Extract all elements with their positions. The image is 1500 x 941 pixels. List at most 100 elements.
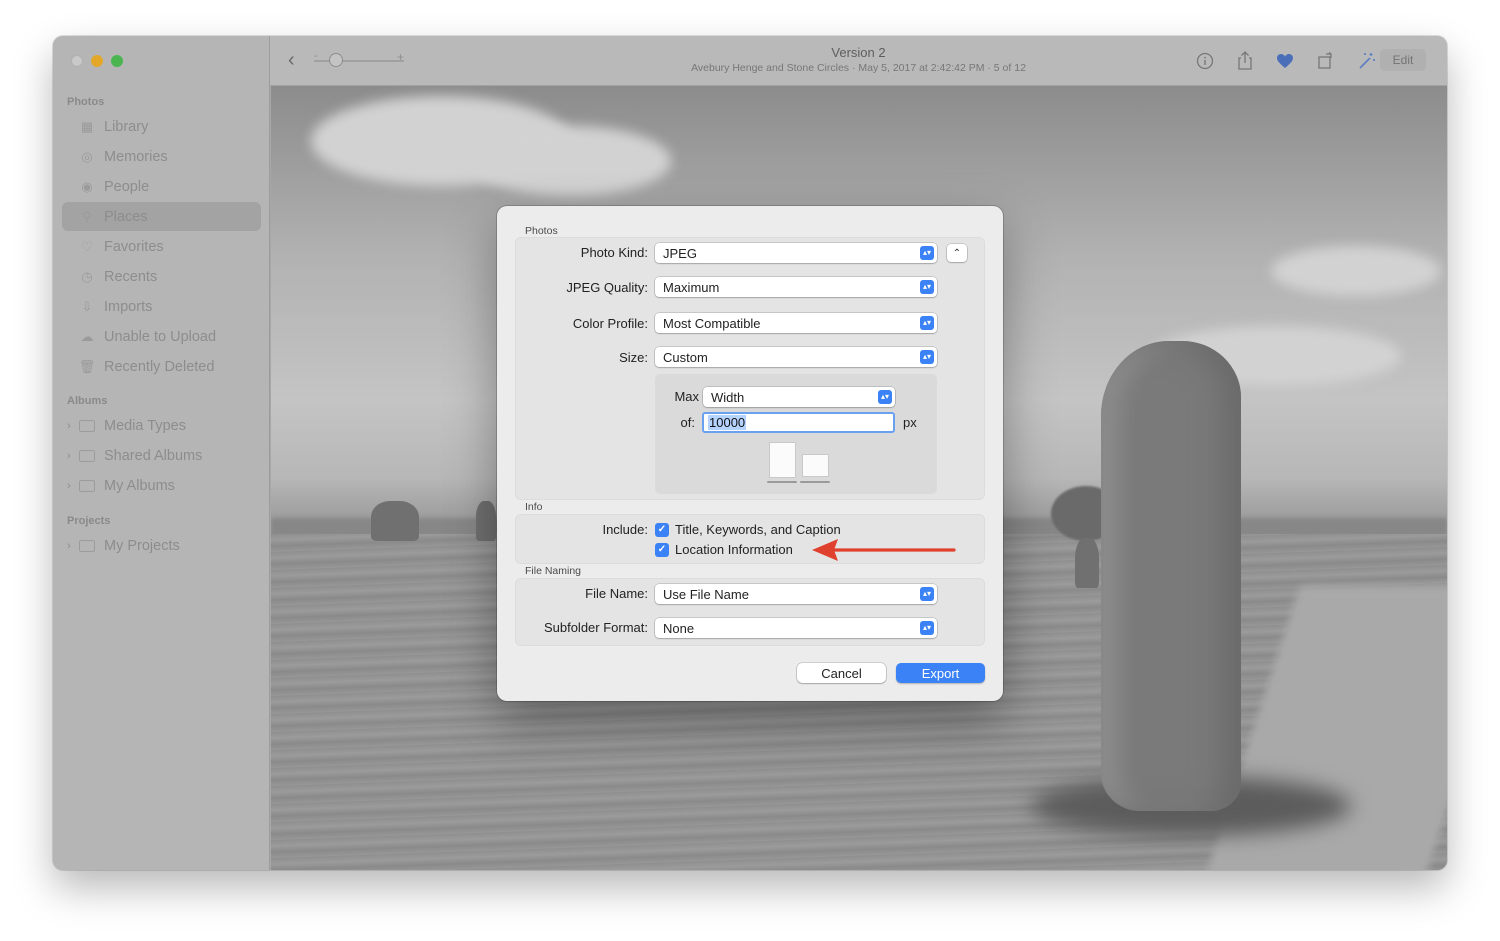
folder-icon: [78, 478, 96, 494]
standing-stone: [476, 501, 496, 541]
sidebar-item-people[interactable]: ◉ People: [62, 172, 261, 201]
sidebar-item-label: People: [104, 178, 150, 195]
disclosure-chevron-icon[interactable]: ›: [67, 540, 71, 552]
sidebar-item-label: Recently Deleted: [104, 358, 215, 375]
sidebar-item-memories[interactable]: ◎ Memories: [62, 142, 261, 171]
folder-icon: [78, 448, 96, 464]
chevron-up-icon: ⌃: [952, 247, 962, 259]
sidebar-group-shared-albums[interactable]: › Shared Albums: [62, 441, 261, 470]
sidebar-item-unable-to-upload[interactable]: ☁ Unable to Upload: [62, 322, 261, 351]
photo-subtitle: Avebury Henge and Stone Circles · May 5,…: [691, 62, 1026, 74]
collapse-button[interactable]: ⌃: [947, 244, 967, 262]
cloud: [1271, 246, 1441, 296]
cancel-button[interactable]: Cancel: [797, 663, 886, 683]
color-profile-popup[interactable]: Most Compatible ▴▾: [655, 313, 937, 333]
jpeg-quality-popup[interactable]: Maximum ▴▾: [655, 277, 937, 297]
sidebar-item-label: Imports: [104, 298, 153, 315]
sidebar-item-places[interactable]: ⚲ Places: [62, 202, 261, 231]
size-value: Custom: [663, 349, 708, 365]
sidebar-item-label: Recents: [104, 268, 158, 285]
jpeg-quality-value: Maximum: [663, 279, 720, 295]
size-popup[interactable]: Custom ▴▾: [655, 347, 937, 367]
photo-kind-label: Photo Kind:: [580, 245, 648, 260]
checkbox-label: Location Information: [675, 542, 793, 557]
file-name-popup[interactable]: Use File Name ▴▾: [655, 584, 937, 604]
clock-icon: ◷: [81, 268, 93, 284]
zoom-window-button[interactable]: [111, 55, 123, 67]
sidebar-item-label: My Albums: [104, 477, 175, 494]
landscape-orientation-icon: [802, 454, 829, 477]
library-icon: ▦: [80, 118, 94, 134]
rotate-icon[interactable]: [1315, 50, 1337, 72]
sidebar-item-label: Places: [104, 208, 148, 225]
memories-icon: ◎: [81, 148, 93, 164]
trash-icon: 🗑: [78, 358, 96, 374]
sidebar-item-recents[interactable]: ◷ Recents: [62, 262, 261, 291]
cloud-icon: ☁: [80, 328, 94, 344]
standing-stone: [1075, 538, 1099, 588]
photo-kind-popup[interactable]: JPEG ▴▾: [655, 243, 937, 263]
popup-stepper-icon: ▴▾: [920, 587, 934, 601]
sidebar-item-label: Favorites: [104, 238, 164, 255]
popup-stepper-icon: ▴▾: [920, 621, 934, 635]
enhance-icon[interactable]: [1356, 50, 1378, 72]
popup-stepper-icon: ▴▾: [920, 316, 934, 330]
sidebar-item-label: Media Types: [104, 417, 186, 434]
sidebar-item-label: Shared Albums: [104, 447, 203, 464]
checkmark-icon: ✓: [655, 522, 669, 537]
close-window-button[interactable]: [71, 55, 83, 67]
popup-stepper-icon: ▴▾: [878, 390, 892, 404]
include-location-checkbox[interactable]: ✓ Location Information: [655, 542, 793, 557]
popup-stepper-icon: ▴▾: [920, 246, 934, 260]
disclosure-chevron-icon[interactable]: ›: [67, 420, 71, 432]
portrait-orientation-icon: [769, 442, 796, 478]
sidebar-item-library[interactable]: ▦ Library: [62, 112, 261, 141]
share-icon[interactable]: [1234, 50, 1256, 72]
info-icon[interactable]: [1194, 50, 1216, 72]
photo-title: Version 2: [831, 45, 886, 60]
edit-button[interactable]: Edit: [1380, 49, 1426, 71]
file-name-value: Use File Name: [663, 586, 749, 602]
orientation-indicator: [767, 481, 797, 483]
sidebar-group-my-albums[interactable]: › My Albums: [62, 471, 261, 500]
file-name-label: File Name:: [585, 586, 648, 601]
subfolder-format-label: Subfolder Format:: [543, 620, 648, 635]
disclosure-chevron-icon[interactable]: ›: [67, 450, 71, 462]
standing-stone-large: [1101, 341, 1241, 811]
sidebar-item-label: Unable to Upload: [104, 328, 217, 345]
heart-icon[interactable]: [1274, 50, 1296, 72]
minimize-window-button[interactable]: [91, 55, 103, 67]
standing-stone: [371, 501, 419, 541]
cloud: [471, 126, 671, 196]
max-dimension-value: Width: [711, 389, 745, 405]
subfolder-format-popup[interactable]: None ▴▾: [655, 618, 937, 638]
section-photos-header: Photos: [525, 225, 558, 237]
include-label: Include:: [602, 522, 648, 537]
export-button[interactable]: Export: [896, 663, 985, 683]
disclosure-chevron-icon[interactable]: ›: [67, 480, 71, 492]
subfolder-format-value: None: [663, 620, 695, 636]
max-label: Max: [674, 389, 699, 404]
sidebar-item-imports[interactable]: ⇩ Imports: [62, 292, 261, 321]
sidebar-section-albums: Albums: [67, 395, 108, 407]
places-icon: ⚲: [82, 208, 92, 224]
sidebar-item-label: Library: [104, 118, 149, 135]
folder-icon: [78, 418, 96, 434]
sidebar-item-favorites[interactable]: ♡ Favorites: [62, 232, 261, 261]
sidebar: Photos ▦ Library ◎ Memories ◉ People ⚲ P…: [53, 36, 270, 870]
people-icon: ◉: [81, 178, 93, 194]
sidebar-group-media-types[interactable]: › Media Types: [62, 411, 261, 440]
size-value-input[interactable]: 10000: [702, 412, 895, 433]
toolbar: ‹ - + Version 2 Avebury Henge and Stone …: [270, 36, 1447, 86]
max-dimension-popup[interactable]: Width ▴▾: [703, 387, 895, 407]
color-profile-label: Color Profile:: [572, 316, 648, 331]
folder-icon: [78, 538, 96, 554]
size-label: Size:: [619, 350, 648, 365]
checkmark-icon: ✓: [655, 542, 669, 557]
sidebar-item-recently-deleted[interactable]: 🗑 Recently Deleted: [62, 352, 261, 381]
sidebar-group-my-projects[interactable]: › My Projects: [62, 531, 261, 560]
export-dialog: Photos Photo Kind: JPEG ▴▾ ⌃ JPEG Qualit…: [497, 206, 1003, 701]
sidebar-section-photos: Photos: [67, 96, 105, 108]
section-info-header: Info: [525, 501, 543, 513]
section-file-naming-header: File Naming: [525, 565, 582, 577]
